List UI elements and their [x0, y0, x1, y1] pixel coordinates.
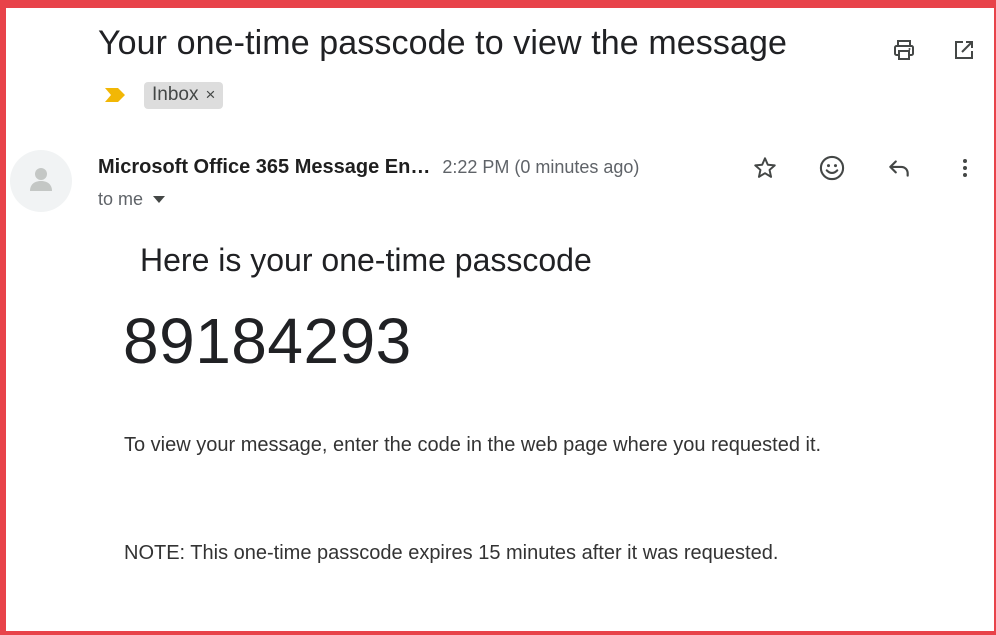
more-vertical-icon[interactable] — [949, 152, 981, 184]
person-icon — [26, 164, 56, 199]
emoji-reaction-icon[interactable] — [816, 152, 848, 184]
email-subject: Your one-time passcode to view the messa… — [98, 24, 787, 62]
recipient-label: to me — [98, 189, 144, 209]
label-chip-inbox[interactable]: Inbox × — [144, 81, 224, 109]
chevron-down-icon — [153, 196, 166, 203]
body-heading: Here is your one-time passcode — [140, 242, 592, 278]
label-row: Inbox × — [104, 81, 224, 109]
note-text: NOTE: This one-time passcode expires 15 … — [124, 542, 779, 564]
sender-row: Microsoft Office 365 Message En… 2:22 PM… — [98, 152, 639, 182]
remove-label-button[interactable]: × — [205, 85, 215, 105]
label-chip-text: Inbox — [152, 84, 199, 105]
avatar — [10, 150, 72, 212]
sender-name[interactable]: Microsoft Office 365 Message En… — [98, 156, 430, 179]
reply-icon[interactable] — [883, 152, 915, 184]
passcode-value: 89184293 — [123, 305, 412, 377]
open-in-new-window-icon[interactable] — [950, 36, 978, 64]
print-icon[interactable] — [890, 36, 918, 64]
instruction-text: To view your message, enter the code in … — [124, 434, 822, 456]
importance-marker-icon[interactable] — [104, 87, 126, 103]
timestamp: 2:22 PM (0 minutes ago) — [442, 156, 640, 177]
recipient-details-toggle[interactable]: to me — [98, 189, 166, 210]
star-icon[interactable] — [749, 152, 781, 184]
